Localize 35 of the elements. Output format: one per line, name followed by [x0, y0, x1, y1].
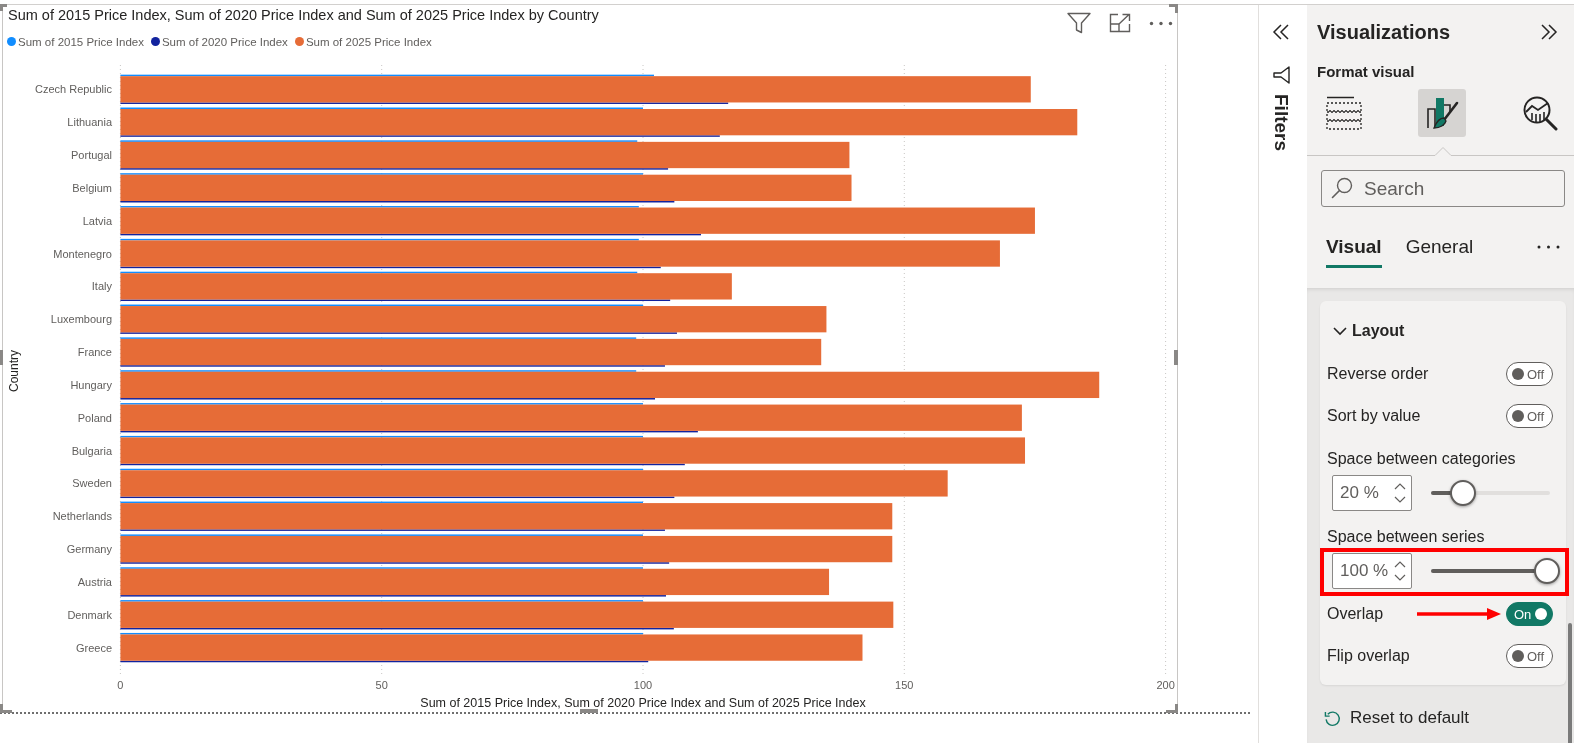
category-label: Lithuania — [67, 116, 112, 129]
category-label: Hungary — [70, 378, 112, 391]
category-label: Italy — [91, 280, 112, 293]
category-label: Netherlands — [52, 510, 112, 523]
category-label: Denmark — [67, 608, 112, 621]
category-label: Bulgaria — [71, 444, 112, 457]
category-label: Austria — [77, 575, 112, 588]
category-label: Belgium — [72, 181, 112, 194]
category-label: Portugal — [71, 149, 112, 161]
y-axis-title: Country — [7, 350, 21, 392]
setting-label: Flip overlap — [1327, 646, 1410, 666]
setting-label: Sort by value — [1327, 406, 1421, 426]
category-label: Germany — [66, 543, 112, 556]
category-label: Latvia — [82, 214, 112, 227]
pane-subtitle: Format visual — [1316, 62, 1416, 82]
axis-tick-label: 200 — [1156, 679, 1175, 691]
axis-tick-label: 50 — [375, 679, 388, 691]
x-axis-title: Sum of 2015 Price Index, Sum of 2020 Price Index and Sum of 2025 Price Index — [420, 696, 866, 710]
pane-title: Visualizations — [1317, 20, 1450, 44]
chart-title: Sum of 2015 Price Index, Sum of 2020 Price Index and Sum of 2025 Price Index by Country — [8, 6, 599, 24]
category-label: Luxembourg — [50, 313, 112, 326]
category-label: Greece — [75, 641, 112, 654]
setting-label: Reverse order — [1327, 364, 1429, 384]
pane-title: Filters — [1270, 94, 1294, 152]
category-label: France — [77, 346, 112, 359]
category-label: Montenegro — [53, 247, 112, 260]
category-label: Czech Republic — [34, 83, 112, 96]
axis-tick-label: 150 — [895, 679, 914, 691]
setting-label: Space between series — [1326, 527, 1486, 547]
setting-label: Overlap — [1327, 604, 1384, 624]
axis-tick-label: 0 — [117, 679, 124, 691]
axis-tick-label: 100 — [633, 679, 653, 691]
category-label: Sweden — [72, 477, 112, 490]
setting-label: Space between categories — [1326, 449, 1517, 469]
category-label: Poland — [77, 411, 112, 424]
